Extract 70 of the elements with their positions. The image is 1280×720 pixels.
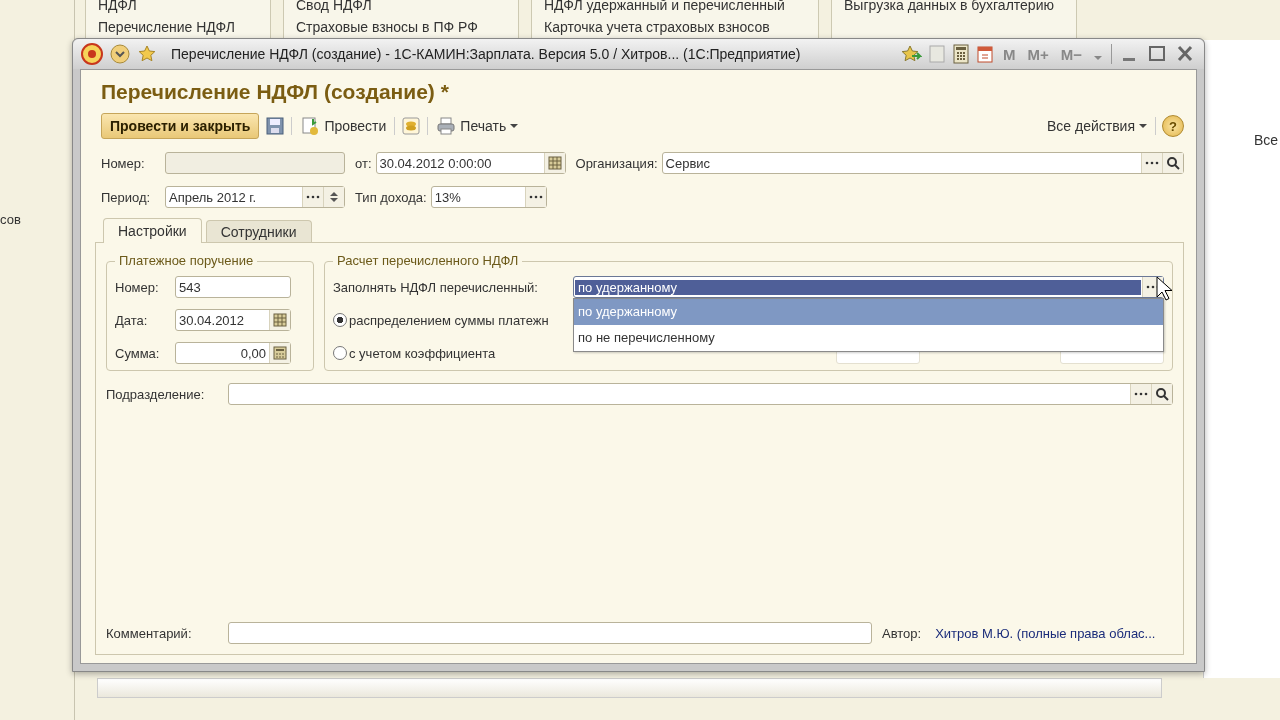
printer-icon <box>436 116 457 136</box>
date-field[interactable]: 30.04.2012 0:00:00 <box>375 152 566 174</box>
menu-link[interactable]: Страховые взносы в ПФ РФ <box>296 16 506 38</box>
period-field[interactable]: Апрель 2012 г. <box>165 186 345 208</box>
field-label: Комментарий: <box>106 625 193 641</box>
logo-icon[interactable] <box>81 43 103 65</box>
income-type-field[interactable]: 13% <box>430 186 547 208</box>
dots-icon <box>306 194 320 200</box>
all-actions-button[interactable]: Все действия <box>1044 118 1149 134</box>
calendar-icon <box>273 313 287 327</box>
search-icon <box>1155 387 1169 401</box>
organization-field[interactable]: Сервис <box>661 152 1184 174</box>
field-label: Дата: <box>115 312 149 328</box>
form-heading: Перечисление НДФЛ (создание) * <box>101 80 450 104</box>
menu-link[interactable]: Выгрузка данных в бухгалтерию <box>844 0 1064 16</box>
field-label: Заполнять НДФЛ перечисленный: <box>333 279 539 295</box>
field-label: от: <box>355 155 373 171</box>
radio-button[interactable] <box>333 313 347 327</box>
field-label: Номер: <box>115 279 160 295</box>
field-label: Тип дохода: <box>355 189 428 205</box>
tab[interactable]: Сотрудники <box>205 220 312 242</box>
field-label: Период: <box>101 189 152 205</box>
dots-icon <box>1134 391 1148 397</box>
star-icon[interactable] <box>137 44 157 64</box>
order-number-field[interactable]: 543 <box>175 276 291 298</box>
menu-icon[interactable] <box>109 43 131 65</box>
horizontal-scrollbar[interactable] <box>97 678 1162 698</box>
caret-icon <box>510 122 519 130</box>
all-actions-label[interactable]: Все <box>1204 132 1280 148</box>
fill-mode-dropdown[interactable]: по удержанному <box>573 276 1164 298</box>
menu-link[interactable]: Перечисление НДФЛ <box>98 16 258 38</box>
radio-button[interactable] <box>333 346 347 360</box>
field-label: Подразделение: <box>106 386 206 402</box>
window-title: Перечисление НДФЛ (создание) - 1С-КАМИН:Зарплата. Версия 5.0 / Хитров... (1С:Предприятие) <box>170 46 802 62</box>
dots-icon <box>1145 160 1159 166</box>
field-label: Номер: <box>101 155 146 171</box>
dropdown-option[interactable]: по не перечисленному <box>574 325 1163 351</box>
dots-icon <box>528 194 543 200</box>
comment-field[interactable] <box>228 622 872 644</box>
menu-link[interactable]: НДФЛ удержанный и перечисленный <box>544 0 806 16</box>
calculator-icon[interactable] <box>951 44 970 64</box>
maximize-icon[interactable] <box>1146 44 1168 64</box>
print-button[interactable]: Печать <box>434 116 521 136</box>
post-and-close-button[interactable]: Провести и закрыть <box>101 113 260 139</box>
order-date-field[interactable]: 30.04.2012 <box>175 309 291 331</box>
spinner-icon <box>329 190 339 204</box>
menu-link[interactable]: НДФЛ <box>98 0 258 16</box>
star-icon[interactable] <box>899 44 922 64</box>
department-field[interactable] <box>228 383 1173 405</box>
document-icon <box>300 116 321 136</box>
group-title: Платежное поручение <box>115 253 258 268</box>
calculator-icon <box>273 346 287 360</box>
search-icon <box>1166 156 1180 170</box>
calendar-icon[interactable] <box>975 44 994 64</box>
field-label: Организация: <box>575 155 659 171</box>
field-label: Сумма: <box>115 345 161 361</box>
calendar-icon <box>547 156 562 170</box>
tab[interactable]: Настройки <box>103 218 202 243</box>
field-label: Автор: <box>882 625 923 641</box>
coins-icon[interactable] <box>401 116 422 136</box>
author-link[interactable]: Хитров М.Ю. (полные права облас... <box>935 625 1156 641</box>
help-button[interactable]: ? <box>1162 115 1184 137</box>
save-icon[interactable] <box>265 116 286 136</box>
group-title: Расчет перечисленного НДФЛ <box>333 253 523 268</box>
side-text: сов <box>0 212 21 227</box>
sum-field[interactable]: 0,00 <box>175 342 291 364</box>
caret-icon <box>1139 122 1147 130</box>
menu-link[interactable]: Свод НДФЛ <box>296 0 506 16</box>
menu-link[interactable]: Карточка учета страховых взносов <box>544 16 806 38</box>
post-button[interactable]: Провести <box>298 116 389 136</box>
